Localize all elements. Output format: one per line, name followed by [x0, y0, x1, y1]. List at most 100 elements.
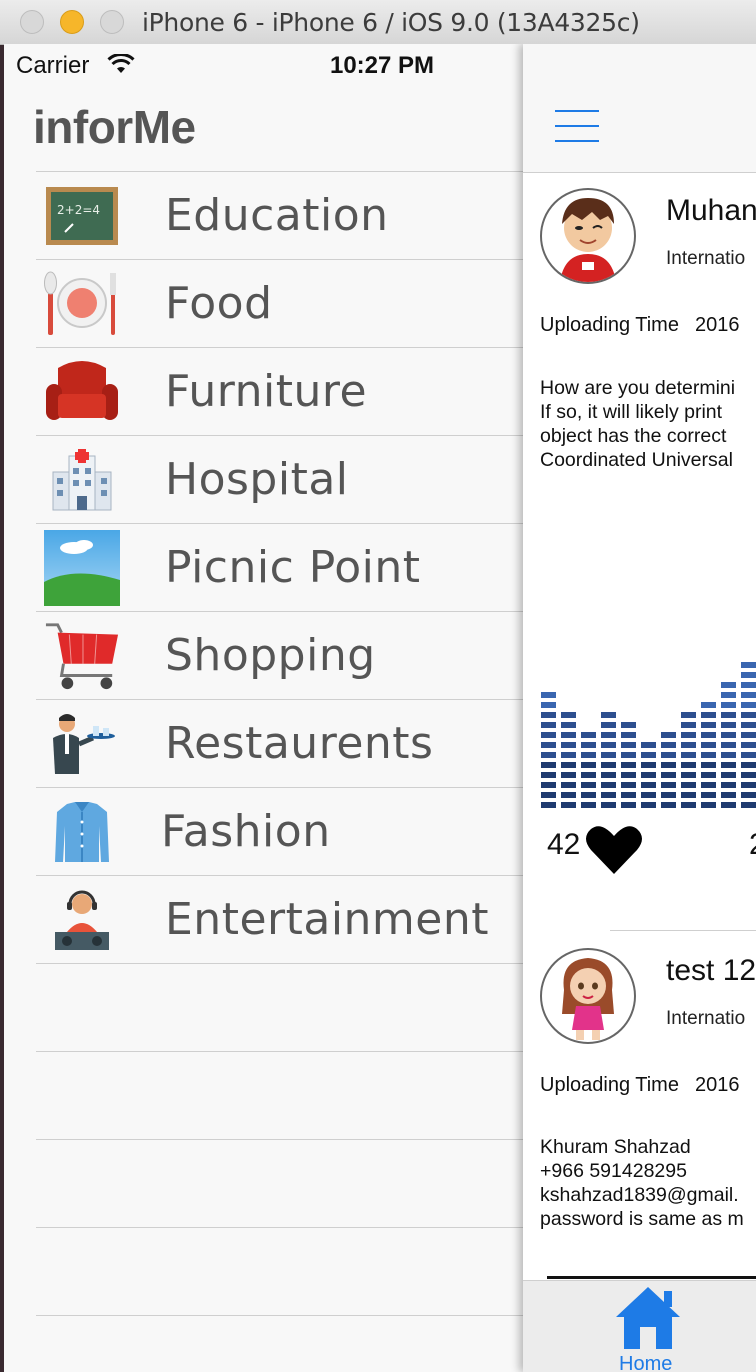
armchair-icon — [44, 356, 120, 428]
equalizer-bar-segment — [681, 802, 696, 808]
upload-time-row: Uploading Time 2016 — [540, 1074, 739, 1097]
equalizer-bar-segment — [561, 722, 576, 728]
shirt-icon — [44, 796, 120, 868]
equalizer-bar-segment — [541, 712, 556, 718]
equalizer-bar-segment — [581, 792, 596, 798]
equalizer-bar-segment — [541, 752, 556, 758]
equalizer-bar-segment — [701, 702, 716, 708]
avatar[interactable] — [540, 948, 636, 1044]
window-title: iPhone 6 - iPhone 6 / iOS 9.0 (13A4325c) — [142, 8, 640, 37]
equalizer-bar-segment — [701, 782, 716, 788]
equalizer-bar-segment — [721, 682, 736, 688]
category-menu: 2+2=4 Education Food Furniture Hospital — [36, 171, 556, 1372]
equalizer-bar-segment — [601, 752, 616, 758]
equalizer-bar-segment — [581, 732, 596, 738]
feed-panel: Muhan Internatio Uploading Time 2016 How … — [523, 44, 756, 1372]
equalizer-bar-segment — [681, 732, 696, 738]
equalizer-bar-segment — [741, 672, 756, 678]
equalizer-bar-segment — [681, 712, 696, 718]
upload-time-value: 2016 — [694, 1074, 740, 1096]
app-title: inforMe — [33, 101, 196, 153]
menu-item-food[interactable]: Food — [36, 259, 556, 347]
equalizer-bar-segment — [601, 732, 616, 738]
menu-item-furniture[interactable]: Furniture — [36, 347, 556, 435]
equalizer-bar-segment — [561, 792, 576, 798]
comment-count: 2 — [749, 828, 756, 862]
window-zoom-button[interactable] — [100, 10, 124, 34]
post-subtitle: Internatio — [666, 248, 746, 269]
equalizer-bar-segment — [541, 802, 556, 808]
landscape-icon — [44, 530, 120, 606]
equalizer-bar-segment — [701, 742, 716, 748]
equalizer-bar-segment — [701, 802, 716, 808]
equalizer-bar-segment — [581, 772, 596, 778]
equalizer-bar-segment — [561, 752, 576, 758]
equalizer-bar-segment — [701, 792, 716, 798]
equalizer-bar-segment — [661, 782, 676, 788]
upload-time-value: 2016 — [694, 314, 740, 336]
equalizer-bar-segment — [581, 762, 596, 768]
equalizer-bar-segment — [721, 692, 736, 698]
equalizer-bar-segment — [601, 762, 616, 768]
menu-item-label: Furniture — [165, 366, 368, 417]
equalizer-bar-segment — [701, 732, 716, 738]
post-subtitle: Internatio — [666, 1008, 746, 1029]
avatar[interactable] — [540, 188, 636, 284]
menu-item-entertainment[interactable]: Entertainment — [36, 875, 556, 963]
equalizer-bar-segment — [741, 772, 756, 778]
equalizer-bar-segment — [681, 772, 696, 778]
hamburger-menu-icon[interactable] — [555, 110, 599, 144]
equalizer-bar-segment — [621, 792, 636, 798]
equalizer-bar-segment — [641, 792, 656, 798]
equalizer-bar-segment — [741, 692, 756, 698]
equalizer-bar-segment — [681, 742, 696, 748]
hospital-icon — [44, 444, 120, 516]
upload-time-label: Uploading Time — [540, 1074, 679, 1096]
equalizer-bar-segment — [581, 742, 596, 748]
heart-icon[interactable] — [585, 824, 643, 876]
equalizer-bar-segment — [701, 762, 716, 768]
chalkboard-icon: 2+2=4 — [44, 180, 120, 252]
equalizer-bar-segment — [701, 712, 716, 718]
equalizer-bar-segment — [541, 692, 556, 698]
equalizer-bar-segment — [621, 762, 636, 768]
equalizer-bar-segment — [621, 722, 636, 728]
post-author: test 12 — [666, 954, 756, 987]
equalizer-bar-segment — [561, 782, 576, 788]
menu-item-label: Restaurents — [165, 718, 434, 769]
equalizer-bar-segment — [601, 742, 616, 748]
post-body-line: If so, it will likely print — [540, 401, 723, 423]
window-minimize-button[interactable] — [60, 10, 84, 34]
equalizer-bar-segment — [621, 752, 636, 758]
equalizer-bar-segment — [741, 762, 756, 768]
equalizer-bar-segment — [741, 782, 756, 788]
menu-item-label: Picnic Point — [165, 542, 421, 593]
equalizer-bar-segment — [621, 802, 636, 808]
equalizer-bar-segment — [541, 732, 556, 738]
menu-item-shopping[interactable]: Shopping — [36, 611, 556, 699]
menu-item-label: Hospital — [165, 454, 349, 505]
dj-icon — [44, 884, 120, 956]
equalizer-bar-segment — [721, 772, 736, 778]
equalizer-bar-segment — [741, 722, 756, 728]
equalizer-bar-segment — [721, 752, 736, 758]
menu-item-picnic-point[interactable]: Picnic Point — [36, 523, 556, 611]
equalizer-bar-segment — [661, 742, 676, 748]
equalizer-bar-segment — [741, 802, 756, 808]
equalizer-bar-segment — [721, 792, 736, 798]
post-body: How are you determini If so, it will lik… — [540, 376, 735, 472]
menu-item-education[interactable]: 2+2=4 Education — [36, 171, 556, 259]
equalizer-bar-segment — [641, 782, 656, 788]
menu-item-fashion[interactable]: Fashion — [36, 787, 556, 875]
simulator-screen: Carrier 10:27 PM inforMe 2+2=4 Education… — [4, 44, 756, 1372]
equalizer-bar-segment — [741, 752, 756, 758]
tab-home-label[interactable]: Home — [619, 1353, 672, 1372]
window-close-button[interactable] — [20, 10, 44, 34]
equalizer-bar-segment — [741, 792, 756, 798]
home-icon[interactable] — [614, 1285, 682, 1351]
equalizer-bar-segment — [601, 712, 616, 718]
equalizer-bar-segment — [701, 772, 716, 778]
menu-item-restaurents[interactable]: Restaurents — [36, 699, 556, 787]
menu-item-hospital[interactable]: Hospital — [36, 435, 556, 523]
equalizer-bar-segment — [601, 772, 616, 778]
